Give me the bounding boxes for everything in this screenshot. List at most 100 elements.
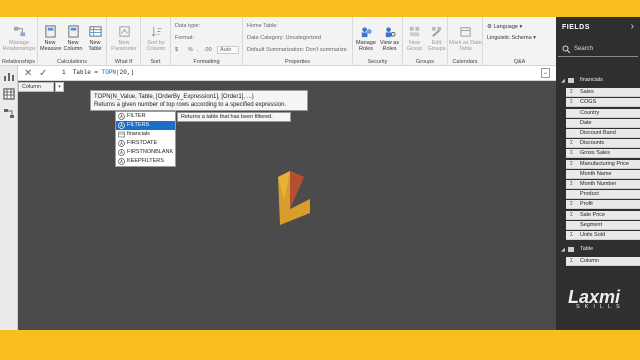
manage-roles-button[interactable]: Manage Roles bbox=[355, 25, 377, 52]
cancel-formula-icon[interactable]: ✕ bbox=[24, 68, 32, 79]
field-item[interactable]: Date bbox=[556, 118, 640, 129]
parameter-icon bbox=[118, 26, 130, 37]
sum-icon: Σ bbox=[570, 140, 574, 147]
home-table-label: Home Table: bbox=[247, 23, 278, 29]
ribbon: Manage Relationships Relationships New M… bbox=[0, 17, 556, 66]
new-measure-button[interactable]: New Measure bbox=[40, 25, 61, 52]
relationships-group: Manage Relationships Relationships bbox=[0, 17, 38, 66]
group-icon bbox=[409, 26, 420, 37]
linguistic-schema-button[interactable]: Linguistic Schema ▾ bbox=[487, 35, 536, 41]
field-item[interactable]: Σ Sale Price bbox=[556, 210, 640, 221]
field-item[interactable]: Σ Units Sold bbox=[556, 231, 640, 241]
commit-formula-icon[interactable]: ✓ bbox=[39, 68, 47, 79]
sort-by-column-button[interactable]: Sort by Column bbox=[142, 25, 170, 52]
autocomplete-item[interactable]: KEEPFILTERS bbox=[116, 157, 175, 166]
new-column-button[interactable]: New Column bbox=[62, 25, 84, 52]
field-item[interactable]: Σ Gross Sales bbox=[556, 149, 640, 159]
field-item[interactable]: Σ COGS bbox=[556, 98, 640, 108]
view-switcher bbox=[0, 66, 18, 330]
sort-group: Sort by Column Sort bbox=[141, 17, 171, 66]
table-icon bbox=[88, 26, 102, 37]
relationships-icon bbox=[13, 26, 25, 37]
field-item[interactable]: Month Name bbox=[556, 169, 640, 180]
field-item[interactable]: Σ Sales bbox=[556, 88, 640, 98]
language-button[interactable]: ⚙ Language ▾ bbox=[487, 24, 522, 30]
autocomplete-item-selected[interactable]: FILTERS bbox=[116, 121, 175, 130]
properties-group: Home Table: Data Category: Uncategorized… bbox=[243, 17, 353, 66]
formula-bar: ✕ ✓ 1 Table = TOPN(20,) ⌄ bbox=[18, 66, 556, 81]
field-item[interactable]: Σ Profit bbox=[556, 200, 640, 210]
expand-icon[interactable]: ◢ bbox=[561, 77, 565, 86]
search-input[interactable]: Search bbox=[558, 43, 638, 57]
signature-description: Returns a given number of top rows accor… bbox=[94, 102, 287, 108]
field-item[interactable]: Σ Discounts bbox=[556, 139, 640, 149]
sum-icon: Σ bbox=[570, 160, 574, 167]
calendars-group: Mark as Date Table Calendars bbox=[448, 17, 483, 66]
column-header[interactable]: Column bbox=[18, 82, 54, 92]
currency-button[interactable]: $ bbox=[175, 47, 178, 53]
field-item[interactable]: Country bbox=[556, 108, 640, 119]
data-view-icon[interactable] bbox=[3, 88, 15, 100]
autocomplete-item[interactable]: FIRSTNONBLANK bbox=[116, 148, 175, 157]
decimals-button[interactable]: .00 bbox=[204, 47, 212, 53]
field-item[interactable]: Discount Band bbox=[556, 129, 640, 139]
autocomplete-item[interactable]: FIRSTDATE bbox=[116, 139, 175, 148]
new-group-button[interactable]: New Group bbox=[404, 25, 425, 52]
edit-groups-button[interactable]: Edit Groups bbox=[426, 25, 447, 52]
collapse-pane-icon[interactable]: › bbox=[631, 21, 634, 32]
new-table-button[interactable]: New Table bbox=[85, 25, 105, 52]
edit-group-icon bbox=[431, 26, 442, 37]
format-label: Format: bbox=[175, 35, 194, 41]
manage-relationships-button[interactable]: Manage Relationships bbox=[1, 25, 37, 52]
field-item[interactable]: Product bbox=[556, 190, 640, 200]
autocomplete-item[interactable]: financials bbox=[116, 130, 175, 139]
field-item[interactable]: Σ Manufacturing Price bbox=[556, 159, 640, 170]
formatting-group: Data type: Format: $ % , .00 Auto Format… bbox=[171, 17, 243, 66]
qa-group: ⚙ Language ▾ Linguistic Schema ▾ Q&A bbox=[487, 24, 536, 65]
sum-icon: Σ bbox=[570, 181, 574, 187]
calculations-group: New Measure New Column New Table Calcula… bbox=[38, 17, 107, 66]
security-group: Manage Roles View as Roles Security bbox=[353, 17, 403, 66]
model-view-icon[interactable] bbox=[3, 108, 15, 120]
sum-icon: Σ bbox=[570, 232, 574, 238]
table-node[interactable]: ◢ Table bbox=[556, 245, 640, 255]
autocomplete-item[interactable]: FILTER bbox=[116, 112, 175, 121]
function-icon bbox=[118, 149, 125, 156]
function-signature-tooltip: TOPN(N_Value, Table, [OrderBy_Expression… bbox=[90, 90, 308, 111]
sort-icon bbox=[151, 26, 161, 37]
roles-icon bbox=[361, 27, 372, 38]
calculator-icon bbox=[67, 25, 79, 38]
data-type-label: Data type: bbox=[175, 23, 201, 29]
comma-button[interactable]: , bbox=[197, 47, 199, 53]
what-if-group: New Parameter What If bbox=[107, 17, 141, 66]
table-icon bbox=[118, 131, 125, 138]
field-item[interactable]: Σ Month Number bbox=[556, 180, 640, 190]
mark-as-date-table-button[interactable]: Mark as Date Table bbox=[449, 25, 482, 52]
view-as-roles-button[interactable]: View as Roles bbox=[378, 25, 401, 52]
function-icon bbox=[118, 158, 125, 165]
column-filter-icon[interactable]: ▾ bbox=[55, 82, 64, 92]
table-node[interactable]: ◢ financials bbox=[556, 76, 640, 86]
field-item[interactable]: Σ Column bbox=[556, 257, 640, 267]
decimal-places-input[interactable]: Auto bbox=[217, 46, 239, 54]
report-view-icon[interactable] bbox=[3, 70, 15, 82]
chevron-down-icon: ▾ bbox=[517, 24, 523, 30]
default-summarization-select[interactable]: Default Summarization: Don't summarize bbox=[247, 47, 347, 53]
expand-formula-bar-icon[interactable]: ⌄ bbox=[541, 68, 550, 78]
sum-icon: Σ bbox=[570, 89, 574, 96]
autocomplete-hint: Returns a table that has been filtered. bbox=[177, 112, 291, 122]
table-icon bbox=[568, 78, 574, 83]
data-category-select[interactable]: Data Category: Uncategorized bbox=[247, 35, 321, 41]
view-roles-icon bbox=[385, 27, 396, 38]
new-parameter-button[interactable]: New Parameter bbox=[109, 25, 139, 52]
calendar-icon bbox=[460, 27, 471, 37]
fields-pane-header: FIELDS › Search bbox=[556, 17, 640, 66]
expand-icon[interactable]: ◢ bbox=[561, 246, 565, 255]
sum-icon: Σ bbox=[570, 99, 574, 106]
function-icon bbox=[118, 140, 125, 147]
formula-input[interactable]: 1 Table = TOPN(20,) bbox=[62, 69, 134, 76]
percent-button[interactable]: % bbox=[188, 47, 193, 53]
autocomplete-list: FILTER FILTERS financials FIRSTDATE FIRS… bbox=[115, 111, 176, 167]
function-icon bbox=[118, 113, 125, 120]
field-item[interactable]: Segment bbox=[556, 220, 640, 231]
